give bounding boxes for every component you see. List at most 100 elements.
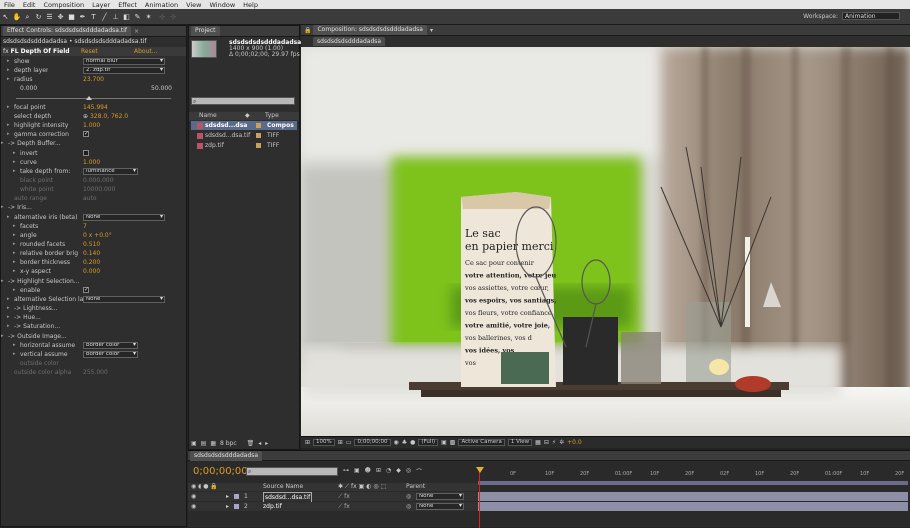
label-swatch[interactable] bbox=[234, 494, 239, 499]
menu-composition[interactable]: Composition bbox=[39, 1, 88, 9]
draft-3d-icon[interactable]: ▣ bbox=[354, 467, 360, 476]
disclosure-triangle-icon[interactable]: ▸ bbox=[7, 313, 10, 322]
parent-pickwhip-icon[interactable]: ◎ bbox=[406, 492, 411, 501]
cti-head-icon[interactable] bbox=[476, 467, 484, 473]
composition-viewer[interactable]: Le sac en papier merci Ce sac pour conteni… bbox=[301, 47, 910, 436]
hand-tool-icon[interactable]: ✋ bbox=[13, 13, 22, 21]
param-dropdown[interactable]: None bbox=[83, 295, 165, 303]
param-value[interactable]: 0.000 bbox=[83, 267, 100, 276]
param-value[interactable]: 0.510 bbox=[83, 240, 100, 249]
disclosure-triangle-icon[interactable]: ▸ bbox=[13, 267, 16, 276]
param-value[interactable]: 23.700 bbox=[83, 75, 104, 84]
parent-dropdown[interactable]: None bbox=[416, 503, 464, 510]
composition-subtab[interactable]: sdsdsdsdsdddadadsa bbox=[313, 37, 386, 46]
effect-reset-link[interactable]: Reset bbox=[81, 47, 98, 56]
resolution-select[interactable]: (Full) bbox=[418, 439, 439, 446]
disclosure-triangle-icon[interactable]: ▸ bbox=[13, 167, 16, 176]
param-dropdown[interactable]: 2. zdp.tif bbox=[83, 67, 165, 75]
pen-tool-icon[interactable]: ✒ bbox=[79, 13, 87, 21]
param-value[interactable]: 7 bbox=[83, 222, 87, 231]
slider-thumb-icon[interactable] bbox=[86, 95, 92, 100]
eye-icon[interactable]: ◉ bbox=[191, 492, 196, 501]
radius-slider[interactable] bbox=[16, 97, 171, 99]
comp-menu-icon[interactable]: ▾ bbox=[430, 27, 433, 34]
new-folder-icon[interactable]: ▤ bbox=[201, 440, 207, 447]
param-value[interactable]: 328.0, 762.0 bbox=[90, 113, 128, 120]
source-name-header[interactable]: Source Name bbox=[263, 483, 303, 491]
puppet-tool-icon[interactable]: ✶ bbox=[145, 13, 153, 21]
timeline-timecode[interactable]: 0;00;00;00 bbox=[193, 466, 248, 477]
mask-visibility-icon[interactable]: ▭ bbox=[346, 439, 352, 446]
zoom-select[interactable]: 100% bbox=[313, 439, 335, 446]
effect-controls-tab[interactable]: Effect Controls: sdsdsdsdsdddadadsa.tif bbox=[3, 26, 132, 36]
snapshot-icon[interactable]: ◉ bbox=[394, 439, 399, 446]
current-time[interactable]: 0;00;00;00 bbox=[354, 439, 391, 446]
trash-icon[interactable]: 🗑 bbox=[247, 440, 255, 447]
layer-bar-1[interactable] bbox=[478, 492, 908, 501]
rectangle-tool-icon[interactable]: ■ bbox=[68, 13, 76, 21]
pan-behind-tool-icon[interactable]: ✥ bbox=[57, 13, 65, 21]
param-value[interactable]: 1.000 bbox=[83, 158, 100, 167]
disclosure-triangle-icon[interactable]: ▸ bbox=[1, 203, 4, 212]
param-value[interactable]: 1.000 bbox=[83, 121, 100, 130]
layer-switches-icon[interactable]: ⟋ fx bbox=[338, 502, 350, 511]
motion-blur-icon[interactable]: ◔ bbox=[386, 467, 391, 476]
axis-icon[interactable]: ⊹ bbox=[158, 13, 166, 21]
label-swatch[interactable] bbox=[234, 504, 239, 509]
layer-source-name[interactable]: zdp.tif bbox=[263, 502, 282, 511]
fast-previews-icon[interactable]: ⚡ bbox=[552, 439, 556, 446]
param-value[interactable]: 0.200 bbox=[83, 258, 100, 267]
disclosure-triangle-icon[interactable]: ▸ bbox=[7, 304, 10, 313]
menu-layer[interactable]: Layer bbox=[88, 1, 114, 9]
disclosure-triangle-icon[interactable]: ▸ bbox=[13, 222, 16, 231]
text-tool-icon[interactable]: T bbox=[90, 13, 98, 21]
expand-icon[interactable]: ▸ bbox=[226, 492, 229, 501]
grid-icon[interactable]: ⊞ bbox=[338, 439, 343, 446]
transparency-grid-icon[interactable]: ▩ bbox=[450, 439, 456, 446]
param-checkbox[interactable]: ✓ bbox=[83, 286, 89, 293]
menu-help[interactable]: Help bbox=[239, 1, 262, 9]
toggle-pixel-icon[interactable]: ▦ bbox=[535, 439, 541, 446]
disclosure-triangle-icon[interactable]: ▸ bbox=[7, 75, 10, 84]
timeline-layer-row[interactable]: ◉ ▸ 2 zdp.tif ⟋ fx None ◎ bbox=[188, 502, 478, 511]
camera-select[interactable]: Active Camera bbox=[458, 439, 505, 446]
disclosure-triangle-icon[interactable]: ▸ bbox=[13, 350, 16, 359]
disclosure-triangle-icon[interactable]: ▸ bbox=[7, 213, 10, 222]
bpc-label[interactable]: 8 bpc bbox=[220, 440, 237, 447]
project-item[interactable]: sdsdsd...dsa.tif TIFF bbox=[191, 131, 297, 140]
param-value[interactable]: 145.994 bbox=[83, 103, 108, 112]
rotate-tool-icon[interactable]: ↻ bbox=[35, 13, 43, 21]
timeline-tab[interactable]: sdsdsdsdsdddadadsa bbox=[190, 450, 263, 461]
parent-dropdown[interactable]: None bbox=[416, 493, 464, 500]
label-color-swatch[interactable] bbox=[256, 123, 261, 128]
disclosure-triangle-icon[interactable]: ▸ bbox=[7, 130, 10, 139]
brainstorm-icon[interactable]: ◆ bbox=[396, 467, 401, 476]
crosshair-icon[interactable]: ⊕ bbox=[83, 113, 88, 120]
interpret-footage-icon[interactable]: ▣ bbox=[191, 440, 197, 447]
show-channel-icon[interactable]: ♣ bbox=[402, 439, 407, 446]
scroll-left-icon[interactable]: ◂ bbox=[258, 440, 261, 447]
menu-file[interactable]: File bbox=[0, 1, 19, 9]
disclosure-triangle-icon[interactable]: ▸ bbox=[13, 240, 16, 249]
param-checkbox[interactable]: ✓ bbox=[83, 131, 89, 138]
project-tab[interactable]: Project bbox=[191, 26, 220, 36]
timeline-search-input[interactable]: ⌕ bbox=[246, 467, 338, 476]
layer-bar-2[interactable] bbox=[478, 502, 908, 511]
auto-keyframe-icon[interactable]: ◎ bbox=[406, 467, 411, 476]
menu-window[interactable]: Window bbox=[206, 1, 240, 9]
menu-animation[interactable]: Animation bbox=[141, 1, 182, 9]
param-dropdown[interactable]: None bbox=[83, 213, 165, 221]
camera-tool-icon[interactable]: ☰ bbox=[46, 13, 54, 21]
disclosure-triangle-icon[interactable]: ▸ bbox=[7, 295, 10, 304]
disclosure-triangle-icon[interactable]: ▸ bbox=[13, 258, 16, 267]
param-dropdown[interactable]: border color bbox=[83, 341, 138, 349]
disclosure-triangle-icon[interactable]: ▸ bbox=[7, 103, 10, 112]
project-item[interactable]: zdp.tif TIFF bbox=[191, 141, 297, 150]
disclosure-triangle-icon[interactable]: ▸ bbox=[7, 66, 10, 75]
frame-blending-icon[interactable]: ⊞ bbox=[376, 467, 381, 476]
eye-icon[interactable]: ◉ bbox=[191, 502, 196, 511]
view-layout-select[interactable]: 1 View bbox=[507, 439, 533, 446]
disclosure-triangle-icon[interactable]: ▸ bbox=[1, 139, 4, 148]
new-comp-icon[interactable]: ▦ bbox=[210, 440, 216, 447]
graph-editor-icon[interactable]: ⌒ bbox=[416, 467, 422, 476]
